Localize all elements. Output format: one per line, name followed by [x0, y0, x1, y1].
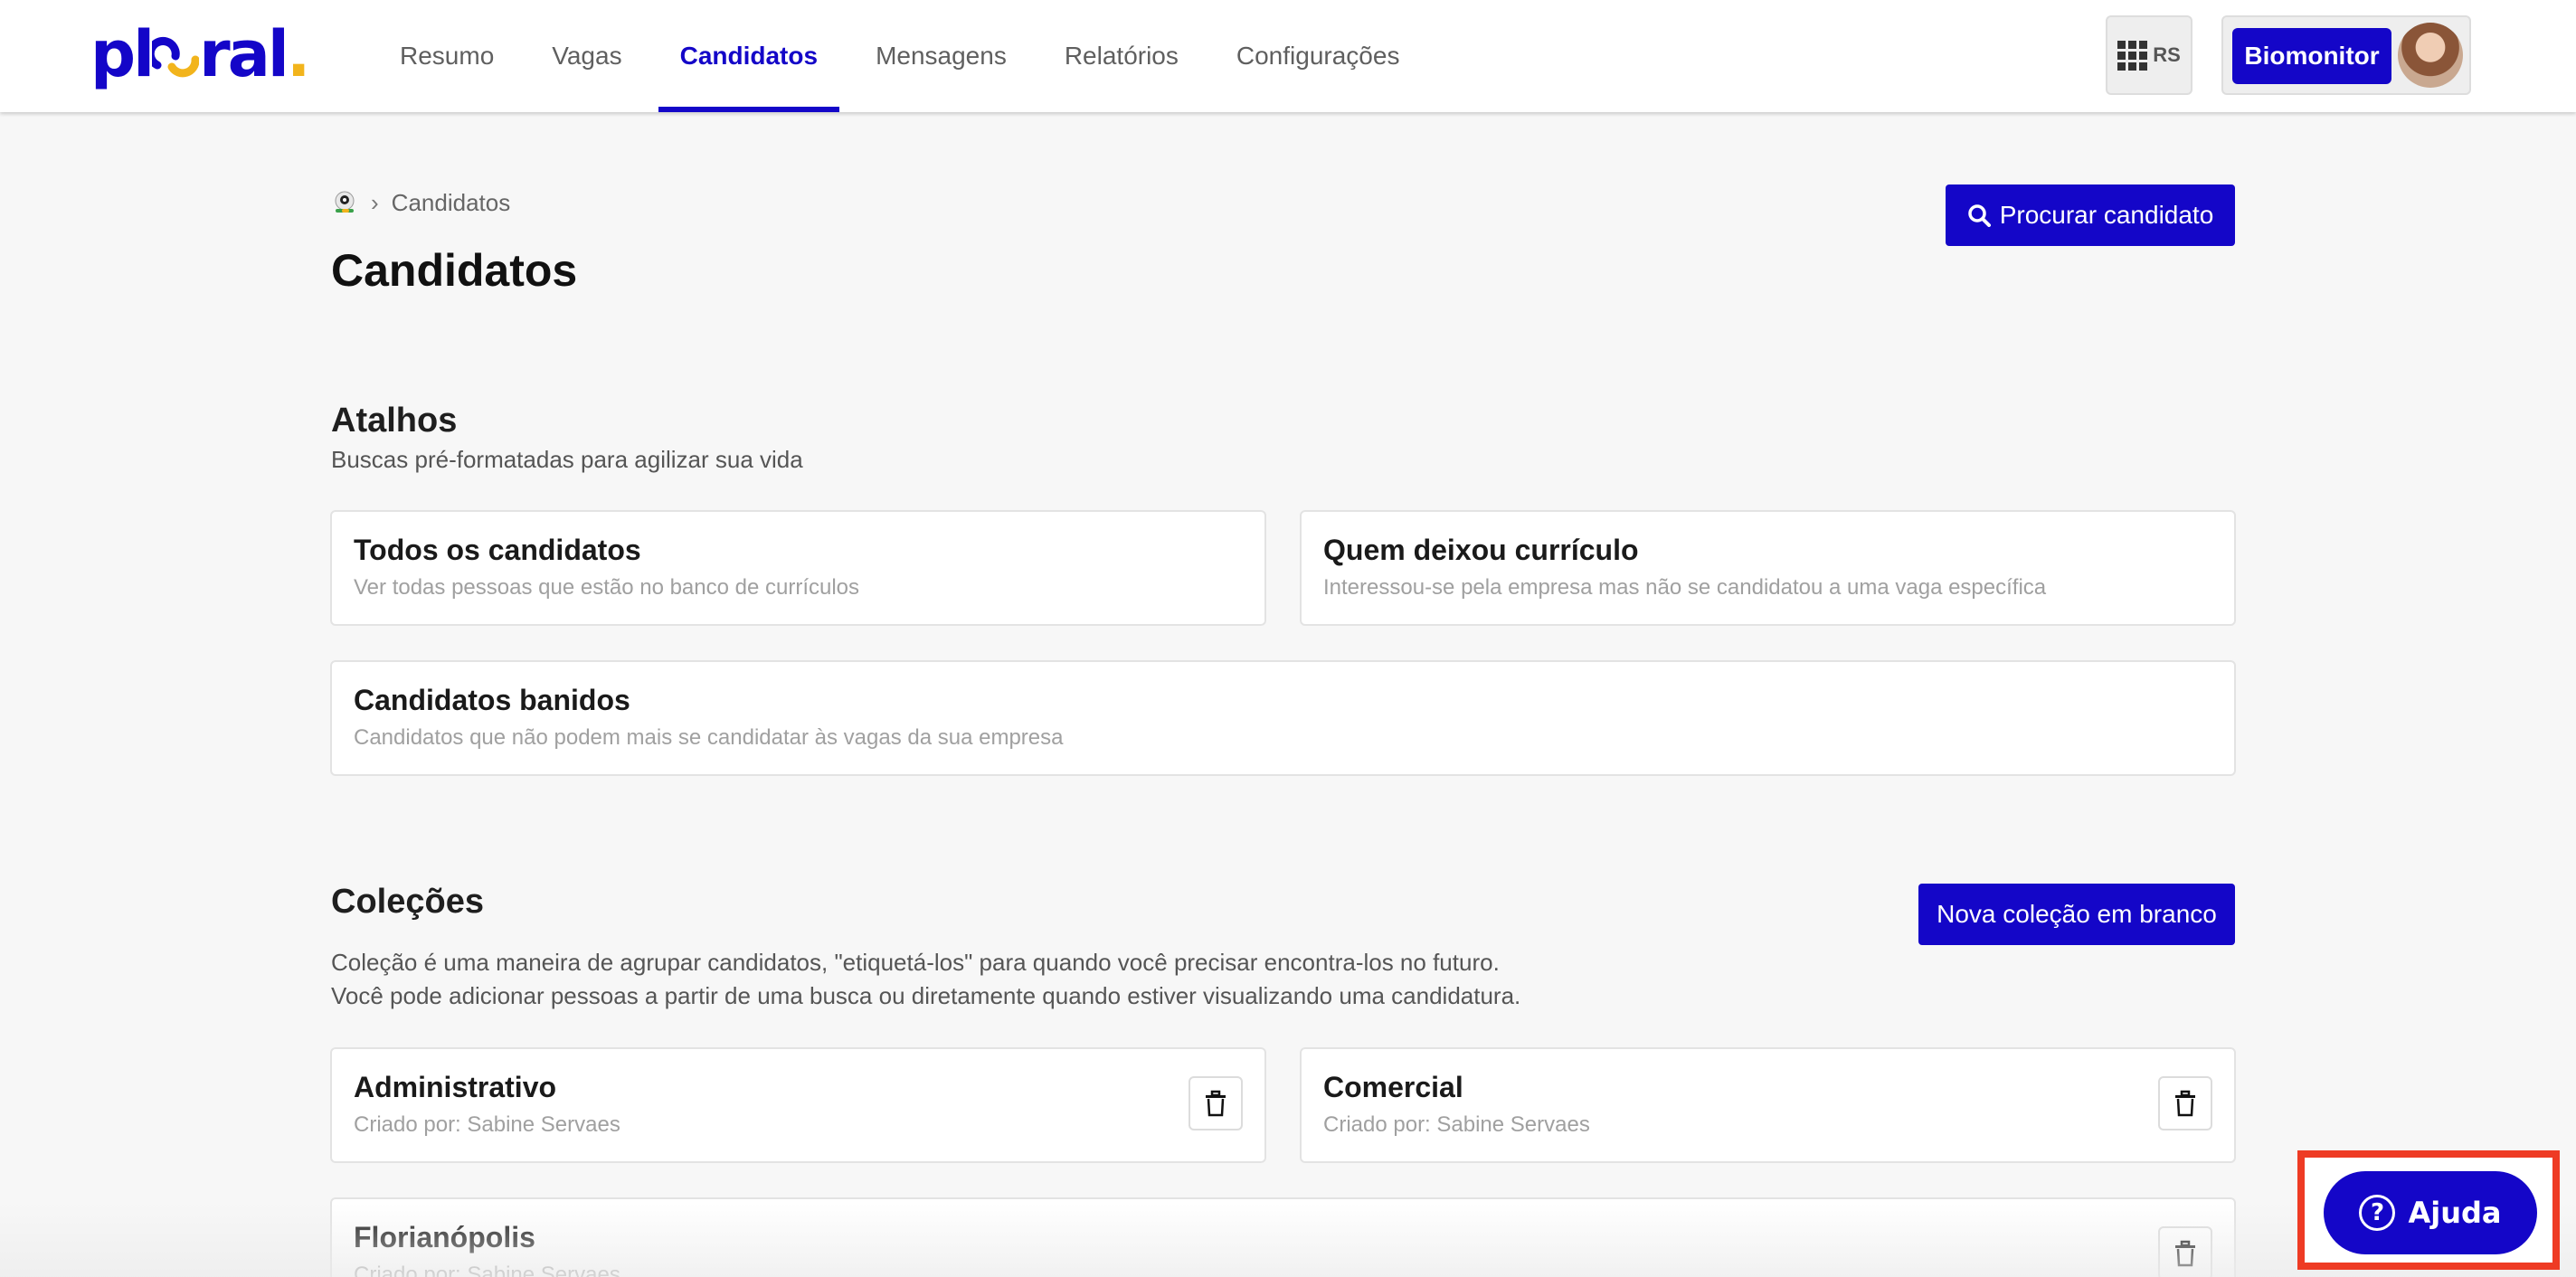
delete-collection-button[interactable]	[2158, 1226, 2212, 1277]
delete-collection-button[interactable]	[2158, 1076, 2212, 1130]
delete-collection-button[interactable]	[1189, 1076, 1243, 1130]
trash-icon	[2175, 1090, 2195, 1117]
collection-card-comercial[interactable]: Comercial Criado por: Sabine Servaes	[1300, 1047, 2236, 1163]
collection-card-administrativo[interactable]: Administrativo Criado por: Sabine Servae…	[330, 1047, 1266, 1163]
card-subtitle: Criado por: Sabine Servaes	[1323, 1112, 1590, 1137]
logo-text-left: pl	[90, 17, 155, 91]
shortcut-card-left-resume[interactable]: Quem deixou currículo Interessou-se pela…	[1300, 510, 2236, 626]
nav-item-configuracoes[interactable]: Configurações	[1208, 0, 1429, 112]
grid-icon	[2117, 40, 2148, 71]
logo-text-right: ral	[199, 17, 289, 91]
collections-description-line2: Você pode adicionar pessoas a partir de …	[331, 982, 1521, 1009]
logo-dot: .	[286, 17, 311, 91]
card-title: Candidatos banidos	[354, 684, 630, 716]
chevron-right-icon: ›	[371, 188, 379, 216]
card-title: Administrativo	[354, 1071, 557, 1103]
card-subtitle: Ver todas pessoas que estão no banco de …	[354, 575, 860, 600]
collection-card-florianopolis[interactable]: Florianópolis Criado por: Sabine Servaes	[330, 1197, 2236, 1277]
collections-title: Coleções	[331, 883, 484, 921]
card-title: Quem deixou currículo	[1323, 534, 1639, 566]
main-nav: Resumo Vagas Candidatos Mensagens Relató…	[371, 0, 1428, 112]
company-logo-icon[interactable]	[331, 189, 358, 216]
apps-label: RS	[2153, 43, 2181, 66]
new-collection-button[interactable]: Nova coleção em branco	[1918, 884, 2235, 945]
collections-description-line1: Coleção é uma maneira de agrupar candida…	[331, 949, 1500, 976]
nav-item-mensagens[interactable]: Mensagens	[847, 0, 1036, 112]
account-menu-button[interactable]: Biomonitor	[2221, 15, 2471, 95]
card-title: Todos os candidatos	[354, 534, 641, 566]
card-subtitle: Candidatos que não podem mais se candida…	[354, 725, 1064, 750]
breadcrumb: › Candidatos	[331, 186, 510, 219]
nav-item-relatorios[interactable]: Relatórios	[1036, 0, 1208, 112]
breadcrumb-current: Candidatos	[391, 188, 511, 216]
search-candidate-label: Procurar candidato	[1999, 201, 2214, 229]
search-icon	[1967, 204, 1991, 227]
card-title: Comercial	[1323, 1071, 1463, 1103]
trash-icon	[2175, 1240, 2195, 1267]
help-label: Ajuda	[2408, 1196, 2502, 1230]
card-subtitle: Criado por: Sabine Servaes	[354, 1263, 620, 1277]
logo-oo-mark-icon	[152, 20, 200, 89]
shortcuts-description: Buscas pré-formatadas para agilizar sua …	[331, 446, 803, 473]
avatar	[2398, 23, 2463, 88]
shortcut-card-all-candidates[interactable]: Todos os candidatos Ver todas pessoas qu…	[330, 510, 1266, 626]
nav-item-resumo[interactable]: Resumo	[371, 0, 523, 112]
help-button[interactable]: ? Ajuda	[2324, 1171, 2537, 1254]
card-title: Florianópolis	[354, 1221, 535, 1253]
company-name-badge: Biomonitor	[2232, 28, 2391, 84]
page-title: Candidatos	[331, 245, 578, 296]
apps-switcher-button[interactable]: RS	[2106, 15, 2192, 95]
card-subtitle: Interessou-se pela empresa mas não se ca…	[1323, 575, 2047, 600]
question-circle-icon: ?	[2359, 1195, 2396, 1231]
card-subtitle: Criado por: Sabine Servaes	[354, 1112, 620, 1137]
nav-item-vagas[interactable]: Vagas	[523, 0, 650, 112]
plooral-logo[interactable]: pl ral .	[90, 17, 311, 91]
top-navbar: pl ral . Resumo Vagas Candidatos Mensage…	[0, 0, 2576, 112]
shortcut-card-banned-candidates[interactable]: Candidatos banidos Candidatos que não po…	[330, 660, 2236, 776]
trash-icon	[1206, 1090, 1226, 1117]
search-candidate-button[interactable]: Procurar candidato	[1946, 184, 2235, 246]
nav-item-candidatos[interactable]: Candidatos	[651, 0, 847, 112]
shortcuts-title: Atalhos	[331, 402, 458, 440]
